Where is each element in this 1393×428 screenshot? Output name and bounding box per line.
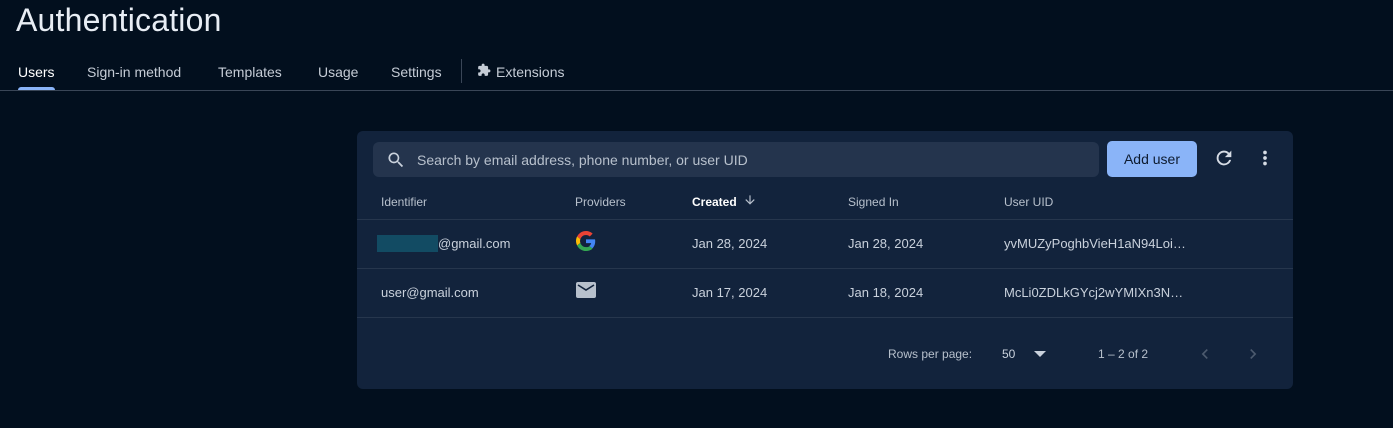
- tab-usage[interactable]: Usage: [318, 54, 358, 90]
- rows-per-page-label: Rows per page:: [888, 347, 973, 361]
- page-title: Authentication: [16, 2, 222, 38]
- signed-in-cell: Jan 18, 2024: [848, 285, 924, 300]
- identifier-text: @gmail.com: [438, 236, 511, 251]
- user-uid-cell: yvMUZyPoghbVieH1aN94Loiv…: [1004, 236, 1189, 251]
- pagination: Rows per page: 50 1 – 2 of 2: [357, 331, 1293, 377]
- created-cell: Jan 17, 2024: [692, 285, 768, 300]
- created-cell: Jan 28, 2024: [692, 236, 768, 251]
- column-header-signed-in[interactable]: Signed In: [848, 195, 899, 209]
- tab-extensions-label: Extensions: [496, 64, 565, 80]
- add-user-button[interactable]: Add user: [1107, 141, 1197, 177]
- tab-users[interactable]: Users: [18, 54, 55, 90]
- search-icon: [386, 150, 406, 175]
- search-box[interactable]: [373, 142, 1099, 177]
- column-header-created-label: Created: [692, 195, 737, 209]
- column-header-providers[interactable]: Providers: [575, 195, 626, 209]
- column-header-identifier[interactable]: Identifier: [381, 195, 427, 209]
- column-header-created[interactable]: Created: [692, 195, 757, 210]
- tab-templates[interactable]: Templates: [218, 54, 282, 90]
- next-page-icon[interactable]: [1243, 344, 1263, 369]
- search-input[interactable]: [417, 142, 1077, 177]
- email-icon: [576, 281, 596, 304]
- signed-in-cell: Jan 28, 2024: [848, 236, 924, 251]
- refresh-icon[interactable]: [1213, 147, 1235, 174]
- page-range: 1 – 2 of 2: [1098, 347, 1149, 361]
- previous-page-icon[interactable]: [1195, 344, 1215, 369]
- table-row[interactable]: @gmail.com Jan 28, 2024 Jan 28, 2024 yvM…: [357, 220, 1293, 269]
- identifier-cell: user@gmail.com: [381, 285, 479, 300]
- column-header-user-uid[interactable]: User UID: [1004, 195, 1053, 209]
- more-vert-icon[interactable]: [1254, 147, 1276, 174]
- tab-divider: [461, 59, 462, 83]
- google-icon: [576, 231, 596, 256]
- user-uid-cell: McLi0ZDLkGYcj2wYMIXn3ND…: [1004, 285, 1189, 300]
- tab-extensions[interactable]: Extensions: [477, 54, 564, 90]
- extension-puzzle-icon: [477, 54, 491, 90]
- tab-bar: Users Sign-in method Templates Usage Set…: [0, 54, 1393, 91]
- tab-sign-in-method[interactable]: Sign-in method: [87, 54, 181, 90]
- users-card: Add user Identifier Providers Created Si…: [357, 131, 1293, 389]
- redaction-block: [377, 235, 438, 253]
- active-tab-indicator: [18, 87, 55, 90]
- table-row[interactable]: user@gmail.com Jan 17, 2024 Jan 18, 2024…: [357, 269, 1293, 318]
- identifier-cell: @gmail.com: [377, 235, 511, 253]
- dropdown-arrow-icon: [1034, 351, 1046, 357]
- table-header: Identifier Providers Created Signed In U…: [357, 187, 1293, 220]
- arrow-down-icon: [743, 193, 757, 210]
- rows-per-page-value: 50: [1002, 347, 1016, 361]
- tab-settings[interactable]: Settings: [391, 54, 442, 90]
- rows-per-page-select[interactable]: 50: [1000, 343, 1050, 365]
